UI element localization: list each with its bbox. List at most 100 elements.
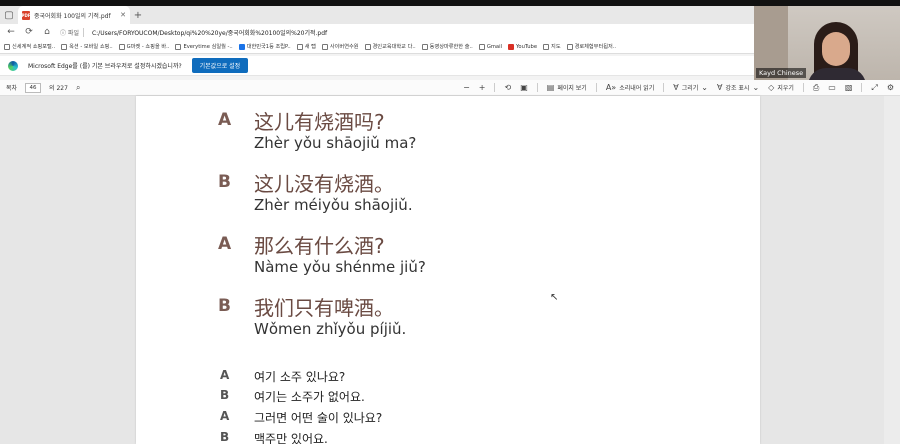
pdf-viewer[interactable]: A 这儿有烧酒吗? Zhèr yǒu shāojiǔ ma? B 这儿没有烧酒。 Zhèr… xyxy=(0,96,900,444)
bookmark-label: 새 탭 xyxy=(304,44,316,50)
speaker-label: A xyxy=(220,368,230,382)
korean-translation-line: B 맥주만 있어요. xyxy=(220,430,328,444)
speaker-label: A xyxy=(218,110,232,130)
divider xyxy=(595,83,597,92)
bookmark-label: Everytime 심일월 -.. xyxy=(183,44,233,50)
korean-translation-line: A 그러면 어떤 술이 있나요? xyxy=(220,409,382,426)
webcam-overlay: Kayd Chinese xyxy=(754,6,900,80)
pinyin-text: Zhèr méiyǒu shāojiǔ. xyxy=(254,196,413,214)
fullscreen-icon[interactable]: ⤢ xyxy=(871,83,877,93)
bookmark-favicon-icon xyxy=(118,43,125,50)
divider xyxy=(663,83,665,92)
speaker-label: A xyxy=(218,234,232,254)
chevron-down-icon: ⌄ xyxy=(701,83,708,92)
bookmark-item[interactable]: 경로체험부터됩저.. xyxy=(566,43,617,50)
korean-text: 여기는 소주가 없어요. xyxy=(254,390,365,404)
bookmark-favicon-icon xyxy=(507,43,514,50)
page-view-icon: ▤ xyxy=(546,83,555,92)
chinese-sentence: 我们只有啤酒。 xyxy=(254,296,394,320)
bookmarks-bar: 신세계적 쇼핑포털.. 옥션 - 모바일 쇼핑.. G마켓 - 쇼핑을 바.. Eve… xyxy=(0,40,760,54)
new-tab-icon[interactable]: + xyxy=(130,10,146,21)
toc-button[interactable]: 목차 xyxy=(6,83,17,92)
bookmark-favicon-icon xyxy=(175,43,182,50)
bookmark-item[interactable]: 새 탭 xyxy=(296,43,316,50)
bookmark-label: Gmail xyxy=(486,43,502,50)
chinese-sentence: 那么有什么酒? xyxy=(254,234,385,258)
bookmark-item[interactable]: YouTube xyxy=(507,43,537,50)
bookmark-favicon-icon xyxy=(61,43,68,50)
tab-actions-icon[interactable]: ▢ xyxy=(0,6,18,24)
close-icon[interactable]: ✕ xyxy=(120,11,126,19)
read-aloud-button[interactable]: A» 소리내어 읽기 xyxy=(606,83,654,92)
address-file-label: ⓘ 파일 xyxy=(60,27,84,37)
bookmark-favicon-icon xyxy=(566,43,573,50)
bookmark-label: 옥션 - 모바일 쇼핑.. xyxy=(69,44,113,50)
korean-text: 그러면 어떤 술이 있나요? xyxy=(254,411,383,425)
bookmark-item[interactable]: 동영상마류한한 술.. xyxy=(421,43,473,50)
back-icon[interactable]: ← xyxy=(6,27,16,37)
page-number-input[interactable]: 46 xyxy=(25,82,42,93)
bookmark-item[interactable]: 경인교육대학교 다.. xyxy=(364,43,416,50)
set-default-button[interactable]: 기본값으로 설정 xyxy=(191,58,249,73)
zoom-in-button[interactable]: + xyxy=(479,83,486,92)
pen-icon: ∀ xyxy=(673,83,679,92)
save-as-icon[interactable]: ▧ xyxy=(845,83,853,92)
pinyin-text: Wǒmen zhǐyǒu píjiǔ. xyxy=(254,320,407,338)
search-icon[interactable]: ⌕ xyxy=(76,83,80,93)
bookmark-label: 경인교육대학교 다.. xyxy=(372,44,416,50)
presenter-body xyxy=(808,68,866,80)
pinyin-text: Nàme yǒu shénme jiǔ? xyxy=(254,258,426,276)
bookmark-favicon-icon xyxy=(321,43,328,50)
bookmark-favicon-icon xyxy=(364,43,371,50)
bookmark-item[interactable]: 신세계적 쇼핑포털.. xyxy=(4,43,55,50)
webcam-name-label: Kayd Chinese xyxy=(756,68,807,78)
korean-text: 맥주만 있어요. xyxy=(254,432,328,444)
pdf-page: A 这儿有烧酒吗? Zhèr yǒu shāojiǔ ma? B 这儿没有烧酒。 Zhèr… xyxy=(136,96,760,444)
bookmark-favicon-icon xyxy=(4,43,10,50)
refresh-icon[interactable]: ⟳ xyxy=(24,27,34,37)
bookmark-item[interactable]: 사이버연수원 xyxy=(321,43,359,50)
divider xyxy=(861,83,863,92)
bookmark-item[interactable]: G마켓 - 쇼핑을 바.. xyxy=(118,43,170,50)
fit-page-icon[interactable]: ⟲ xyxy=(504,83,511,92)
tab-pdf[interactable]: PDF 중국어회화 100일의 기적.pdf ✕ xyxy=(18,6,130,24)
pdf-file-icon: PDF xyxy=(21,10,31,20)
bookmark-item[interactable]: 지도 xyxy=(543,43,561,50)
erase-button[interactable]: ◇ 지우기 xyxy=(768,83,794,92)
tab-title: 중국어회화 100일의 기적.pdf xyxy=(34,12,111,20)
bookmark-label: 대한민국1등 조립P.. xyxy=(246,44,291,50)
bookmark-item[interactable]: Gmail xyxy=(478,43,502,50)
bookmark-item[interactable]: 대한민국1등 조립P.. xyxy=(238,43,291,50)
rotate-icon[interactable]: ▣ xyxy=(520,83,528,92)
bookmark-label: G마켓 - 쇼핑을 바.. xyxy=(126,44,170,50)
address-url[interactable]: C:/Users/FORYOUCOM/Desktop/qi%20%20ye/중국… xyxy=(92,28,327,37)
korean-translation-line: B 여기는 소주가 없어요. xyxy=(220,388,365,405)
bookmark-item[interactable]: Everytime 심일월 -.. xyxy=(175,43,233,50)
speaker-label: B xyxy=(220,388,230,402)
speaker-label: B xyxy=(220,430,230,444)
divider xyxy=(802,83,804,92)
print-icon[interactable]: ⎙ xyxy=(813,83,819,93)
chevron-down-icon: ⌄ xyxy=(752,83,760,92)
page-view-button[interactable]: ▤ 페이지 보기 xyxy=(547,83,587,92)
bookmark-label: 경로체험부터됩저.. xyxy=(574,44,617,50)
bookmark-favicon-icon xyxy=(421,43,428,50)
address-bar-row: ← ⟳ ⌂ ⓘ 파일 C:/Users/FORYOUCOM/Desktop/qi… xyxy=(0,24,760,40)
total-pages: 의 227 xyxy=(49,85,68,92)
speaker-label: A xyxy=(220,409,230,423)
default-browser-banner: Microsoft Edge를 (를) 기본 브라우저로 설정하시겠습니까? 기… xyxy=(0,56,760,76)
bookmark-label: 신세계적 쇼핑포털.. xyxy=(12,44,56,50)
pinyin-text: Zhèr yǒu shāojiǔ ma? xyxy=(254,134,417,152)
pdf-toolbar: 목차 46 의 227 ⌕ − + ⟲ ▣ ▤ 페이지 보기 A» 소리내어 읽기 … xyxy=(0,80,900,96)
divider xyxy=(494,83,496,92)
zoom-out-button[interactable]: − xyxy=(463,83,470,92)
home-icon[interactable]: ⌂ xyxy=(42,27,52,37)
draw-button[interactable]: ∀ 그리기 ⌄ xyxy=(673,83,708,92)
scrollbar[interactable] xyxy=(884,96,900,444)
bookmark-favicon-icon xyxy=(238,43,245,50)
settings-gear-icon[interactable]: ⚙ xyxy=(887,83,894,92)
bookmark-item[interactable]: 옥션 - 모바일 쇼핑.. xyxy=(61,43,113,50)
save-icon[interactable]: ▭ xyxy=(828,83,836,92)
bookmark-favicon-icon xyxy=(478,43,485,50)
highlight-button[interactable]: ∀ 강조 표시 ⌄ xyxy=(717,83,759,92)
